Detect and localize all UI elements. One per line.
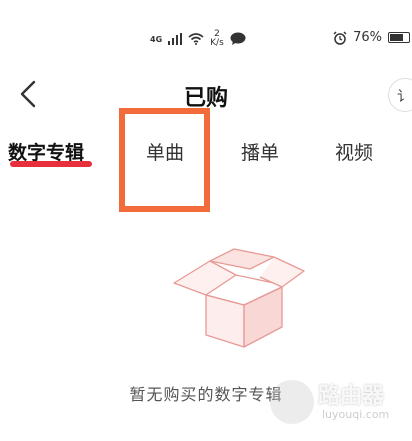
battery-percent: 76% (353, 30, 382, 45)
status-bar: 4G 2 K/s 76% (0, 0, 412, 70)
status-left: 4G 2 K/s (150, 30, 246, 48)
alarm-icon (333, 30, 347, 45)
signal-label: 4G (150, 34, 163, 44)
tab-video[interactable]: 视频 (335, 138, 373, 165)
status-right: 76% (333, 30, 410, 45)
watermark-subtitle: luyouqi.com (322, 408, 390, 421)
net-speed: 2 K/s (210, 30, 224, 48)
net-speed-unit: K/s (210, 38, 224, 48)
watermark-logo (270, 380, 314, 424)
battery-level (390, 34, 403, 41)
empty-box-icon (173, 248, 305, 348)
wifi-icon (188, 33, 204, 45)
watermark-title: 路由器 (318, 384, 385, 409)
active-tab-indicator (10, 161, 92, 167)
header-right-button-text: 讠 (397, 89, 411, 105)
watermark: 路由器 luyouqi.com (270, 376, 412, 436)
chat-bubble-icon (230, 32, 246, 45)
signal-icon (168, 33, 183, 45)
tab-playlist[interactable]: 播单 (241, 138, 279, 165)
battery-icon (388, 32, 410, 43)
highlight-box (119, 108, 210, 212)
